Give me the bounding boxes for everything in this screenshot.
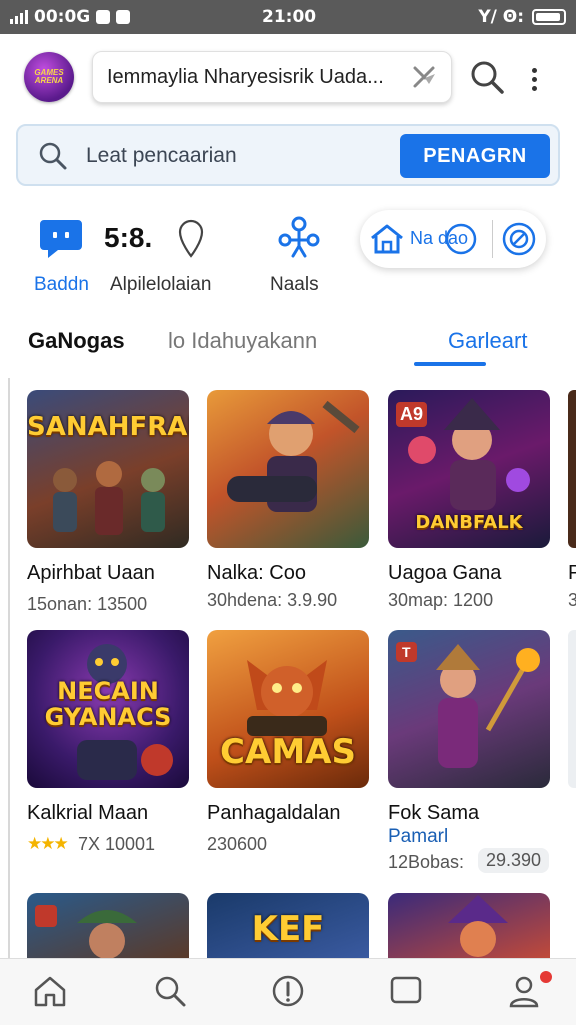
search-placeholder: Leat pencaarian — [86, 144, 237, 167]
game-art-title: DANBFALK — [415, 512, 523, 533]
game-meta: 230600 — [207, 834, 268, 854]
search-button[interactable]: PENAGRN — [400, 134, 550, 178]
app-logo[interactable]: GAMES ARENA — [24, 52, 74, 102]
pill-divider — [492, 220, 493, 258]
game-meta: 30map: 1200 — [388, 590, 494, 610]
game-subtitle: Pamarl — [388, 826, 449, 847]
signal-icon — [10, 10, 28, 24]
search-bar[interactable]: Leat pencaarian PENAGRN — [16, 124, 560, 186]
status-time: 21:00 — [262, 7, 317, 27]
game-thumb-6[interactable]: T — [388, 630, 550, 788]
bottom-nav — [0, 958, 576, 1025]
adventurer-art — [35, 905, 137, 958]
home-icon — [371, 224, 403, 254]
game-name[interactable]: Fok Sama — [388, 802, 479, 825]
search-icon[interactable] — [152, 973, 188, 1009]
tab-idahuyakann[interactable]: lo Idahuyakann — [168, 328, 317, 354]
game-thumb-3[interactable]: A9 DANBFALK — [388, 390, 550, 548]
home-icon[interactable] — [32, 973, 68, 1009]
peek-meta: 3 — [568, 590, 576, 610]
game-thumb-9[interactable] — [388, 893, 550, 958]
profile-icon[interactable] — [506, 973, 542, 1009]
chat-square-icon[interactable] — [388, 973, 424, 1009]
game-art-title: SANAHFRAN — [27, 412, 189, 442]
search-icon — [39, 142, 67, 170]
game-meta: 7X 10001 — [78, 834, 156, 854]
left-rule — [8, 378, 10, 958]
status-right-text: Y/ Ꙩ: — [478, 7, 524, 27]
notification-icon-2 — [116, 10, 131, 24]
game-meta: 30hdena: 3.9.90 — [207, 590, 338, 610]
location-pin-icon[interactable] — [176, 218, 206, 260]
tab-ganogas[interactable]: GaNogas — [28, 328, 125, 354]
close-icon[interactable] — [411, 64, 439, 92]
status-bar: 00:0G 21:00 Y/ Ꙩ: — [0, 0, 576, 34]
game-name[interactable]: Panhagaldalan — [207, 802, 340, 825]
notification-icon — [96, 10, 111, 24]
chat-icon[interactable] — [38, 216, 84, 262]
logo-text: GAMES ARENA — [34, 68, 64, 85]
tab-active-indicator — [414, 362, 486, 366]
target-icon — [502, 222, 536, 256]
peek-thumb-2 — [568, 630, 576, 788]
game-art-title: KEF — [251, 909, 325, 949]
category-number-text: 5:8. — [104, 222, 153, 253]
status-left: 00:0G — [10, 7, 131, 27]
game-thumb-4[interactable]: NECAIN GYANACS — [27, 630, 189, 788]
game-art-title: NECAIN GYANACS — [44, 677, 172, 731]
game-name[interactable]: Apirhbat Uaan — [27, 562, 155, 585]
game-thumb-8[interactable]: KEF — [207, 893, 369, 958]
game-thumb-7[interactable] — [27, 893, 189, 958]
circle-icon — [445, 223, 477, 255]
game-meta: 12Bobas: — [388, 852, 465, 872]
status-right: Y/ Ꙩ: — [478, 7, 566, 27]
game-art-title: CAMAS — [220, 732, 356, 772]
witch-art — [448, 895, 508, 957]
game-thumb-1[interactable]: SANAHFRAN — [27, 390, 189, 548]
title-text: Iemmaylia Nharyesisrik Uada... — [107, 66, 384, 88]
search-icon[interactable] — [468, 58, 506, 96]
soldier-art — [227, 400, 360, 512]
game-name[interactable]: Kalkrial Maan — [27, 802, 148, 825]
more-vert-icon[interactable] — [532, 68, 540, 91]
network-icon[interactable] — [276, 214, 322, 262]
peek-thumb — [568, 390, 576, 548]
peek-name: P — [568, 562, 576, 584]
tab-bar: GaNogas lo Idahuyakann Garleart — [0, 320, 576, 376]
rating-stars: ★★★ — [27, 834, 69, 853]
category-label-baddn[interactable]: Baddn — [34, 274, 89, 296]
tab-garleart[interactable]: Garleart — [448, 328, 527, 354]
game-thumb-2[interactable] — [207, 390, 369, 548]
price-chip[interactable]: 29.390 — [478, 848, 550, 873]
info-icon[interactable] — [270, 973, 306, 1009]
category-label-naals[interactable]: Naals — [270, 274, 319, 296]
top-bar: GAMES ARENA Iemmaylia Nharyesisrik Uada.… — [0, 34, 576, 120]
category-pill[interactable]: Na dao — [360, 210, 546, 268]
game-thumb-5[interactable]: CAMAS — [207, 630, 369, 788]
sorceress-art — [436, 644, 540, 768]
game-meta: 15onan: 13500 — [27, 594, 148, 614]
status-left-text: 00:0G — [34, 7, 91, 27]
game-name[interactable]: Nalka: Coo — [207, 562, 306, 585]
category-label-alpilelolaian[interactable]: Alpilelolaian — [110, 274, 211, 296]
game-name[interactable]: Uagoa Gana — [388, 562, 501, 585]
notification-badge — [540, 971, 552, 983]
title-field[interactable]: Iemmaylia Nharyesisrik Uada... — [92, 51, 452, 103]
warriors-art — [53, 461, 165, 535]
battery-icon — [532, 9, 566, 25]
